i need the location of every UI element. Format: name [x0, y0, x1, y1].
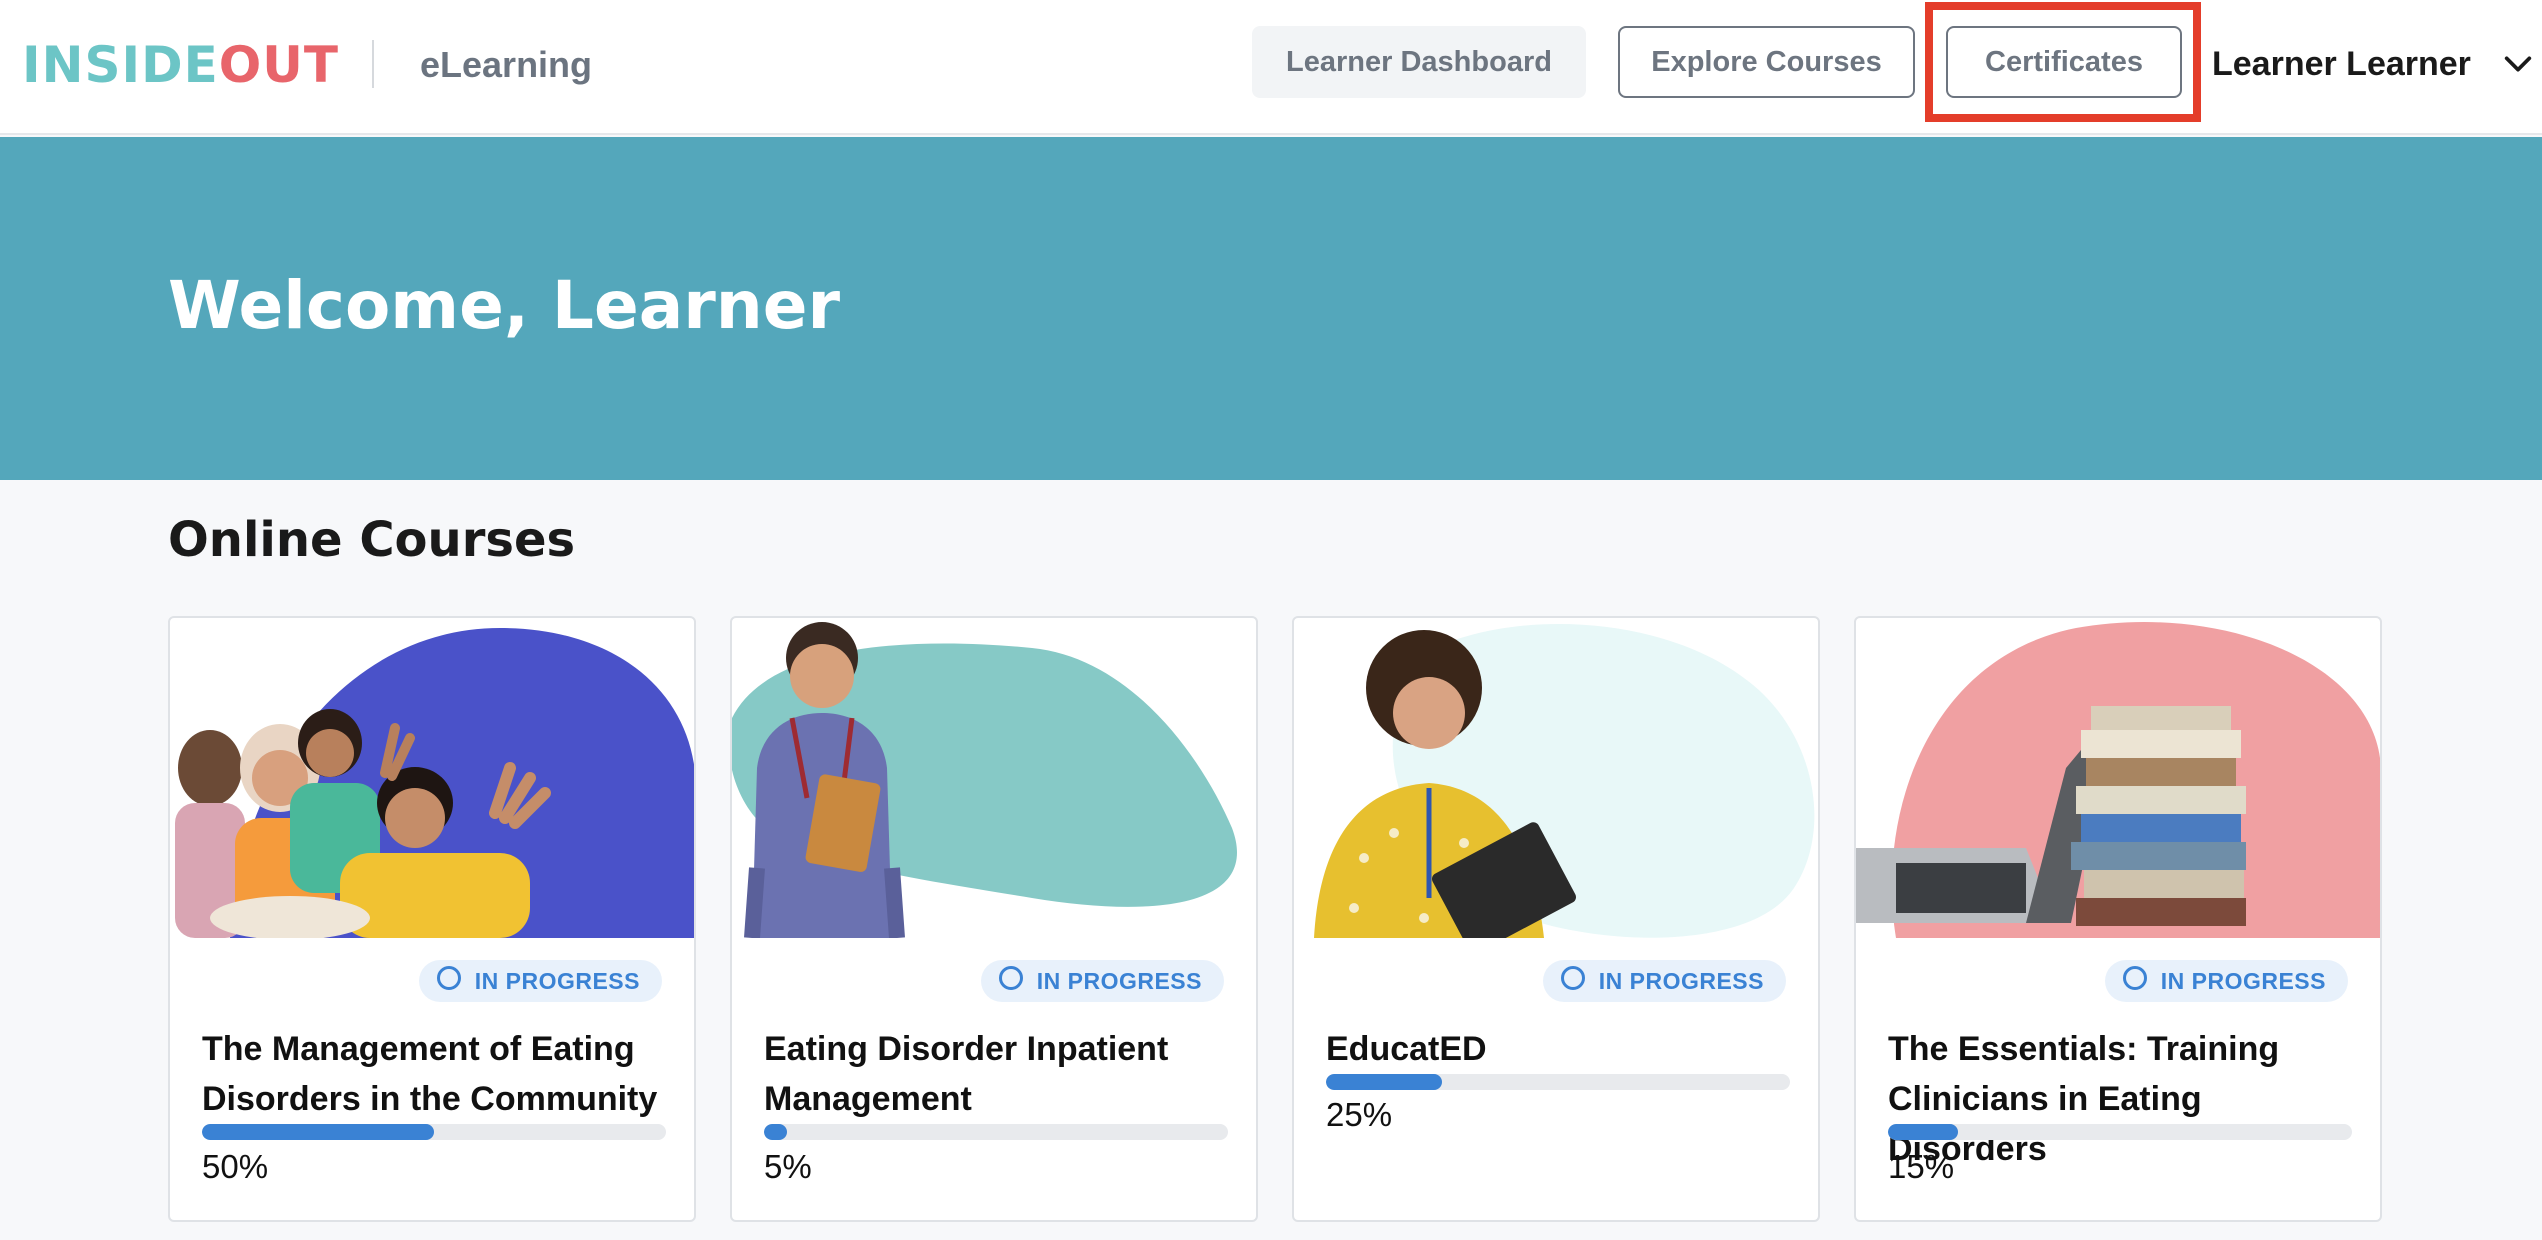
- logo-text-inside: INSIDE: [22, 36, 219, 94]
- status-badge: IN PROGRESS: [1542, 960, 1786, 1002]
- course-card-essentials[interactable]: IN PROGRESS The Essentials: Training Cli…: [1854, 616, 2382, 1222]
- course-title: EducatED: [1326, 1030, 1487, 1068]
- course-card-educated[interactable]: IN PROGRESS EducatED 25%: [1292, 616, 1820, 1222]
- learner-dashboard-button[interactable]: Learner Dashboard: [1252, 26, 1586, 98]
- progress-bar: [202, 1124, 666, 1140]
- progress-bar: [1888, 1124, 2352, 1140]
- status-label: IN PROGRESS: [474, 967, 640, 994]
- course-card-community[interactable]: IN PROGRESS The Management of Eating Dis…: [168, 616, 696, 1222]
- user-menu[interactable]: Learner Learner: [2212, 36, 2535, 92]
- logo-divider: [372, 40, 374, 88]
- course-title: The Management of Eating Disorders in th…: [202, 1030, 658, 1118]
- explore-courses-button[interactable]: Explore Courses: [1618, 26, 1915, 98]
- status-label: IN PROGRESS: [1036, 967, 1202, 994]
- course-image: [1856, 618, 2380, 938]
- progress-bar: [1326, 1074, 1790, 1090]
- status-badge: IN PROGRESS: [2104, 960, 2348, 1002]
- status-badge: IN PROGRESS: [418, 960, 662, 1002]
- progress-percent: 25%: [1326, 1096, 1393, 1133]
- progress-fill: [764, 1124, 788, 1140]
- chevron-down-icon: [2504, 56, 2532, 72]
- course-title: The Essentials: Training Clinicians in E…: [1888, 1030, 2280, 1168]
- brand-subtitle: eLearning: [420, 44, 593, 85]
- in-progress-icon: [436, 966, 461, 990]
- user-name: Learner Learner: [2212, 44, 2471, 83]
- logo-text-out: OUT: [218, 36, 339, 94]
- progress-fill: [1326, 1074, 1442, 1090]
- progress-fill: [1888, 1124, 1958, 1140]
- certificates-button[interactable]: Certificates: [1946, 26, 2182, 98]
- status-label: IN PROGRESS: [2160, 967, 2326, 994]
- welcome-title: Welcome, Learner: [168, 267, 841, 344]
- course-card-inpatient[interactable]: IN PROGRESS Eating Disorder Inpatient Ma…: [730, 616, 1258, 1222]
- welcome-banner: Welcome, Learner: [0, 137, 2542, 480]
- progress-bar: [764, 1124, 1228, 1140]
- in-progress-icon: [2122, 966, 2147, 990]
- in-progress-icon: [1560, 966, 1585, 990]
- insideout-logo[interactable]: INSIDE OUT: [22, 30, 339, 100]
- top-header: INSIDE OUT eLearning Learner Dashboard Ex…: [0, 0, 2542, 135]
- progress-percent: 15%: [1888, 1148, 1955, 1185]
- in-progress-icon: [998, 966, 1023, 990]
- status-label: IN PROGRESS: [1598, 967, 1764, 994]
- course-title: Eating Disorder Inpatient Management: [764, 1030, 1169, 1118]
- status-badge: IN PROGRESS: [980, 960, 1224, 1002]
- progress-fill: [202, 1124, 434, 1140]
- progress-percent: 5%: [764, 1148, 812, 1185]
- online-courses-heading: Online Courses: [168, 512, 576, 568]
- course-image: [170, 618, 694, 938]
- course-image: [1294, 618, 1818, 938]
- course-image: [732, 618, 1256, 938]
- progress-percent: 50%: [202, 1148, 269, 1185]
